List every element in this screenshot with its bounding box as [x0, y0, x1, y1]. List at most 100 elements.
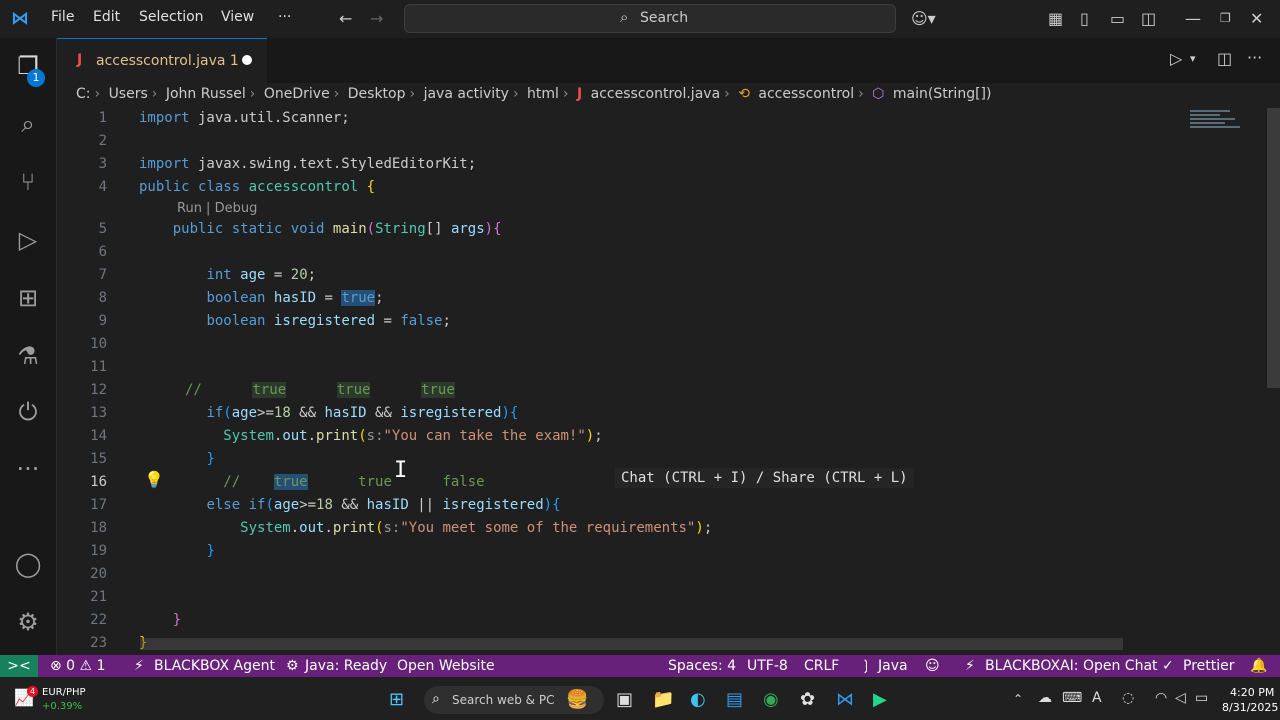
- indentation[interactable]: Spaces: 4: [668, 658, 736, 674]
- back-arrow-icon[interactable]: ←: [339, 9, 352, 28]
- breadcrumb-user[interactable]: John Russel: [166, 86, 246, 102]
- line-number: 18: [90, 520, 107, 536]
- line-ending[interactable]: CRLF: [804, 658, 839, 674]
- task-view-icon[interactable]: ▣: [616, 689, 633, 710]
- terminal-app-icon[interactable]: ▶: [873, 689, 887, 710]
- volume-icon[interactable]: ◁: [1175, 690, 1186, 706]
- horizontal-scrollbar[interactable]: [140, 638, 1123, 650]
- breadcrumb-drive[interactable]: C:: [76, 86, 91, 102]
- problems-indicator[interactable]: ⊗ 0 ⚠ 1: [50, 658, 105, 674]
- keyboard-icon[interactable]: ⌨: [1062, 690, 1082, 706]
- breadcrumb-class[interactable]: accesscontrol: [758, 86, 854, 102]
- account-icon[interactable]: ◯: [14, 550, 42, 578]
- menu-selection[interactable]: Selection: [139, 9, 204, 25]
- copilot-status-icon[interactable]: ☺: [925, 658, 940, 674]
- line-number: 2: [98, 133, 107, 149]
- onedrive-cloud-icon[interactable]: ☁: [1038, 690, 1052, 706]
- remote-indicator[interactable]: ><: [0, 655, 38, 677]
- run-dropdown-chevron-icon[interactable]: ▾: [1190, 52, 1196, 65]
- windows-start-icon[interactable]: ⊞: [389, 689, 404, 710]
- file-explorer-icon[interactable]: 📁: [652, 689, 674, 710]
- line-number: 9: [98, 313, 107, 329]
- line-number: 4: [98, 179, 107, 195]
- status-icon[interactable]: ◌: [1122, 690, 1134, 706]
- line-number: 22: [90, 612, 107, 628]
- breadcrumb-onedrive[interactable]: OneDrive: [264, 86, 330, 102]
- chrome-icon[interactable]: ◉: [763, 689, 779, 710]
- minimap[interactable]: [1190, 108, 1265, 138]
- currency-pair[interactable]: EUR/PHP: [42, 687, 86, 698]
- toggle-sidebar-icon[interactable]: ▯: [1080, 9, 1089, 28]
- line-number: 19: [90, 543, 107, 559]
- code-line: public static void main(String[] args){: [172, 221, 502, 237]
- line-number: 11: [90, 359, 107, 375]
- store-icon[interactable]: ▤: [726, 689, 743, 710]
- menu-file[interactable]: File: [51, 9, 74, 25]
- blackbox-icon[interactable]: ⏻: [14, 398, 42, 426]
- app-icon[interactable]: ✿: [800, 689, 815, 710]
- line-number: 1: [98, 110, 107, 126]
- encoding[interactable]: UTF-8: [747, 658, 788, 674]
- minimize-icon[interactable]: —: [1185, 9, 1201, 28]
- breadcrumb-desktop[interactable]: Desktop: [348, 86, 406, 102]
- toggle-panel-icon[interactable]: ▭: [1110, 9, 1125, 28]
- show-hidden-icons-chevron-icon[interactable]: ⌃: [1013, 692, 1023, 706]
- clock-time[interactable]: 4:20 PM: [1230, 686, 1274, 699]
- copilot-icon[interactable]: ☺▾: [911, 9, 936, 28]
- breadcrumb-java-activity[interactable]: java activity: [424, 86, 509, 102]
- lightbulb-icon[interactable]: 💡: [144, 470, 164, 489]
- breadcrumb-method[interactable]: main(String[]): [893, 86, 992, 102]
- blackbox-agent[interactable]: BLACKBOX Agent: [154, 658, 275, 674]
- manage-gear-icon[interactable]: ⚙: [14, 608, 42, 636]
- source-control-icon[interactable]: ⑂: [14, 168, 42, 196]
- breadcrumb-file[interactable]: accesscontrol.java: [591, 86, 721, 102]
- menu-edit[interactable]: Edit: [93, 9, 120, 25]
- unsaved-dot-icon[interactable]: [242, 55, 252, 65]
- code-line: public class accesscontrol {: [139, 179, 376, 195]
- more-actions-icon[interactable]: ···: [1247, 48, 1262, 67]
- open-website[interactable]: Open Website: [397, 658, 495, 674]
- edge-icon[interactable]: ◐: [690, 689, 706, 710]
- menu-view[interactable]: View: [221, 9, 254, 25]
- run-icon[interactable]: ▷: [1170, 49, 1182, 68]
- blackboxai-open-chat[interactable]: BLACKBOXAI: Open Chat: [985, 658, 1158, 674]
- vscode-taskbar-icon[interactable]: ⋈: [836, 689, 854, 710]
- code-line: if(age>=18 && hasID && isregistered){: [206, 405, 519, 421]
- code-editor[interactable]: 1 2 3 4 5 6 7 8 9 10 11 12 13 14 15 16 1…: [57, 108, 1267, 655]
- currency-badge: 4: [27, 686, 38, 697]
- line-number: 16: [90, 474, 107, 490]
- code-line: boolean isregistered = false;: [206, 313, 451, 329]
- vertical-scrollbar[interactable]: [1267, 108, 1280, 388]
- menu-more[interactable]: ···: [278, 9, 291, 25]
- forward-arrow-icon[interactable]: →: [370, 9, 383, 28]
- line-number: 13: [90, 405, 107, 421]
- explorer-badge: 1: [27, 69, 45, 87]
- notifications-bell-icon[interactable]: 🔔: [1250, 658, 1267, 674]
- codelens-run-debug[interactable]: Run | Debug: [177, 201, 257, 216]
- layout-customize-icon[interactable]: ▦: [1048, 9, 1063, 28]
- run-debug-icon[interactable]: ▷: [14, 226, 42, 254]
- currency-change: +0.39%: [42, 701, 83, 712]
- close-icon[interactable]: ✕: [1250, 9, 1263, 28]
- code-line: }: [172, 612, 182, 628]
- battery-icon[interactable]: ▭: [1195, 690, 1208, 706]
- testing-icon[interactable]: ⚗: [14, 342, 42, 370]
- language-icon[interactable]: A: [1092, 690, 1102, 706]
- split-editor-icon[interactable]: ◫: [1217, 49, 1232, 68]
- wifi-icon[interactable]: ◠: [1155, 690, 1167, 706]
- java-ready[interactable]: Java: Ready: [305, 658, 387, 674]
- search-highlight-icon: 🍔: [566, 689, 589, 710]
- code-line: else if(age>=18 && hasID || isregistered…: [206, 497, 561, 513]
- windows-taskbar: [0, 677, 1280, 720]
- search-icon[interactable]: ⌕: [14, 110, 42, 138]
- toggle-secondary-sidebar-icon[interactable]: ◫: [1141, 9, 1156, 28]
- prettier[interactable]: Prettier: [1183, 658, 1235, 674]
- language-mode[interactable]: Java: [878, 658, 908, 674]
- line-number: 23: [90, 635, 107, 651]
- clock-date[interactable]: 8/31/2025: [1222, 701, 1278, 714]
- breadcrumb-html[interactable]: html: [527, 86, 559, 102]
- extensions-icon[interactable]: ⊞: [14, 284, 42, 312]
- breadcrumb-users[interactable]: Users: [109, 86, 148, 102]
- more-views-icon[interactable]: ···: [14, 455, 42, 483]
- restore-icon[interactable]: ❐: [1220, 11, 1231, 25]
